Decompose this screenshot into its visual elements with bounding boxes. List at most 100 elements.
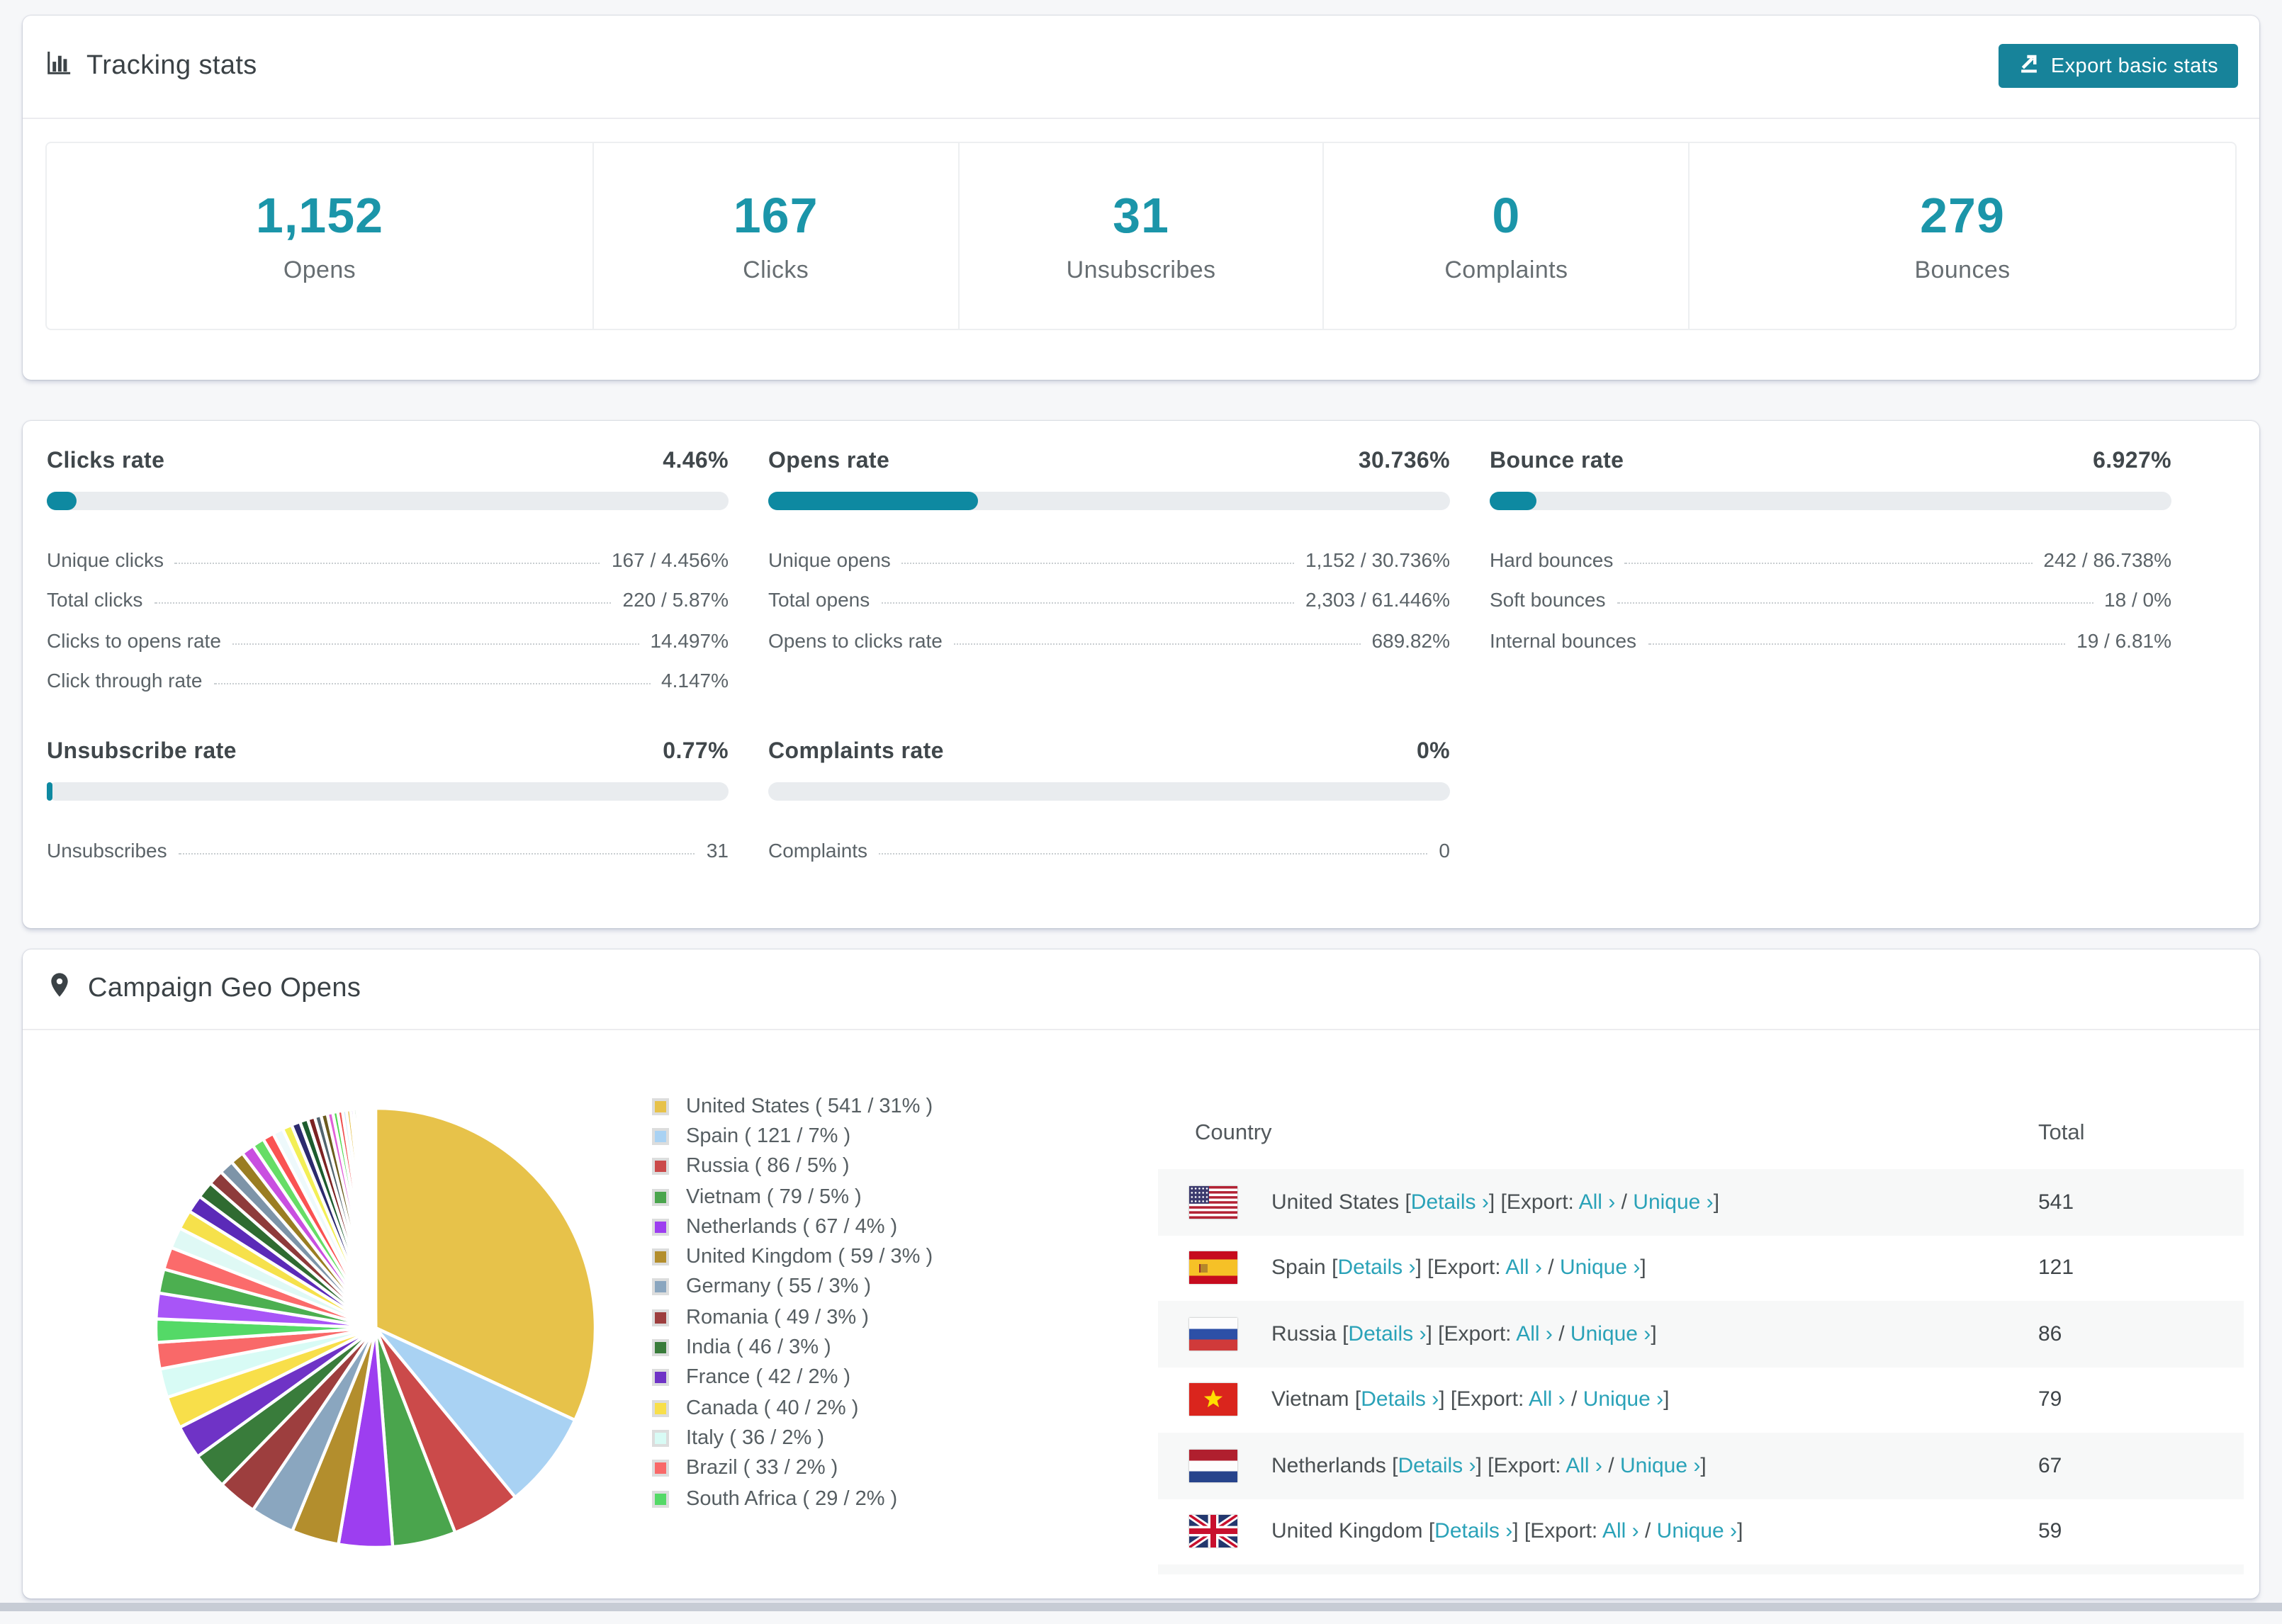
separator: / (1541, 1256, 1560, 1280)
stat-box-bounces: 279 Bounces (1688, 143, 2235, 329)
rate-progress-fill (768, 492, 978, 510)
horizontal-scrollbar[interactable] (0, 1603, 2282, 1611)
rate-row-value: 18 / 0% (2104, 588, 2171, 611)
details-link[interactable]: Details › (1411, 1190, 1489, 1214)
rate-progress-track (768, 782, 1450, 801)
rate-block-unsubscribe-rate: Unsubscribe rate 0.77% Unsubscribes 31 (47, 740, 729, 861)
pie-legend: United States ( 541 / 31% ) Spain ( 121 /… (652, 1091, 933, 1513)
export-unique-link[interactable]: Unique › (1560, 1256, 1640, 1280)
rate-block-clicks-rate: Clicks rate 4.46% Unique clicks 167 / 4.456… (47, 449, 729, 692)
legend-item-brazil: Brazil ( 33 / 2% ) (652, 1453, 933, 1484)
stat-label: Clicks (743, 256, 809, 283)
legend-label: South Africa ( 29 / 2% ) (686, 1487, 898, 1510)
rate-progress-track (47, 492, 729, 510)
rate-row-label: Total opens (768, 588, 870, 611)
export-all-link[interactable]: All › (1529, 1388, 1566, 1412)
legend-swatch (652, 1399, 669, 1417)
legend-item-netherlands: Netherlands ( 67 / 4% ) (652, 1212, 933, 1242)
country-name: Spain (1271, 1256, 1332, 1280)
legend-item-italy: Italy ( 36 / 2% ) (652, 1423, 933, 1454)
dotted-leader (154, 602, 612, 604)
export-prefix: Export: (1433, 1256, 1506, 1280)
rate-row: Hard bounces 242 / 86.738% (1490, 530, 2171, 570)
summary-boxes: 1,152 Opens 167 Clicks 31 Unsubscribes 0 Compla… (45, 142, 2237, 330)
dotted-leader (879, 852, 1428, 854)
rates-grid: Clicks rate 4.46% Unique clicks 167 / 4.456… (23, 421, 2259, 861)
legend-label: Vietnam ( 79 / 5% ) (686, 1185, 862, 1209)
rate-rows: Complaints 0 (768, 821, 1450, 861)
total-column-header: Total (2038, 1121, 2085, 1145)
rate-head: Bounce rate 6.927% (1490, 449, 2171, 475)
flag-ru (1189, 1317, 1237, 1350)
rate-row-label: Opens to clicks rate (768, 628, 943, 651)
bracket: [ (1428, 1519, 1435, 1544)
geo-table-header: Country Total (1158, 1029, 2244, 1169)
legend-item-united-states: United States ( 541 / 31% ) (652, 1091, 933, 1122)
export-button-label: Export basic stats (2050, 55, 2218, 77)
rate-row: Internal bounces 19 / 6.81% (1490, 611, 2171, 651)
bracket: ] [ (1512, 1519, 1531, 1544)
rate-row: Unique clicks 167 / 4.456% (47, 530, 729, 570)
rate-rows: Unsubscribes 31 (47, 821, 729, 861)
export-all-link[interactable]: All › (1516, 1322, 1553, 1346)
stat-value: 1,152 (255, 188, 384, 243)
export-unique-link[interactable]: Unique › (1657, 1520, 1737, 1544)
export-all-link[interactable]: All › (1602, 1520, 1639, 1544)
export-all-link[interactable]: All › (1579, 1190, 1616, 1214)
rate-row-value: 242 / 86.738% (2043, 548, 2171, 570)
bracket: ] (1651, 1321, 1657, 1346)
rate-title: Opens rate (768, 449, 890, 473)
rate-row-value: 689.82% (1371, 628, 1450, 651)
details-link[interactable]: Details › (1361, 1388, 1439, 1412)
details-link[interactable]: Details › (1434, 1520, 1512, 1544)
rate-row-value: 167 / 4.456% (611, 548, 729, 570)
rate-progress-track (768, 492, 1450, 510)
geo-country-table: Country Total United States [Details ›] … (1158, 1029, 2244, 1574)
stat-box-clicks: 167 Clicks (592, 143, 957, 329)
country-name: Netherlands (1271, 1453, 1393, 1478)
rate-head: Complaints rate 0% (768, 740, 1450, 765)
rate-row-value: 31 (706, 838, 729, 861)
rate-row: Complaints 0 (768, 821, 1450, 861)
rate-row-label: Unique opens (768, 548, 891, 570)
bracket: ] (1640, 1256, 1646, 1280)
rate-title: Bounce rate (1490, 449, 1624, 473)
export-basic-stats-button[interactable]: Export basic stats (1998, 44, 2238, 88)
rate-title: Unsubscribe rate (47, 740, 237, 764)
rate-head: Clicks rate 4.46% (47, 449, 729, 475)
legend-swatch (652, 1460, 669, 1477)
rate-row: Unique opens 1,152 / 30.736% (768, 530, 1450, 570)
details-link[interactable]: Details › (1337, 1256, 1415, 1280)
rate-row-label: Clicks to opens rate (47, 628, 221, 651)
separator: / (1639, 1519, 1657, 1544)
export-unique-link[interactable]: Unique › (1583, 1388, 1663, 1412)
export-unique-link[interactable]: Unique › (1620, 1454, 1700, 1478)
export-unique-link[interactable]: Unique › (1633, 1190, 1713, 1214)
details-link[interactable]: Details › (1348, 1322, 1426, 1346)
tracking-stats-header: Tracking stats Export basic stats (23, 16, 2259, 119)
export-all-link[interactable]: All › (1566, 1454, 1602, 1478)
bracket: [ (1354, 1387, 1361, 1412)
details-link[interactable]: Details › (1398, 1454, 1476, 1478)
page-title: Tracking stats (86, 51, 257, 81)
rate-row-label: Soft bounces (1490, 588, 1606, 611)
rate-row-label: Unique clicks (47, 548, 164, 570)
legend-label: France ( 42 / 2% ) (686, 1366, 851, 1389)
legend-label: Russia ( 86 / 5% ) (686, 1155, 850, 1178)
rate-block-bounce-rate: Bounce rate 6.927% Hard bounces 242 / 86.73… (1490, 449, 2171, 692)
rate-value: 30.736% (1358, 449, 1450, 473)
rate-progress-fill (47, 492, 77, 510)
tracking-stats-title: Tracking stats (45, 49, 257, 84)
legend-item-spain: Spain ( 121 / 7% ) (652, 1122, 933, 1152)
rate-value: 0.77% (663, 740, 729, 764)
bracket: ] [ (1415, 1256, 1434, 1280)
export-all-link[interactable]: All › (1505, 1256, 1542, 1280)
rate-row-label: Unsubscribes (47, 838, 167, 861)
rate-row: Unsubscribes 31 (47, 821, 729, 861)
export-unique-link[interactable]: Unique › (1570, 1322, 1651, 1346)
bracket: ] (1737, 1519, 1743, 1544)
legend-label: Spain ( 121 / 7% ) (686, 1124, 851, 1148)
total-value: 67 (2038, 1453, 2062, 1478)
geo-row-text: Russia [Details ›] [Export: All › / Uniq… (1271, 1322, 1657, 1346)
legend-swatch (652, 1188, 669, 1206)
